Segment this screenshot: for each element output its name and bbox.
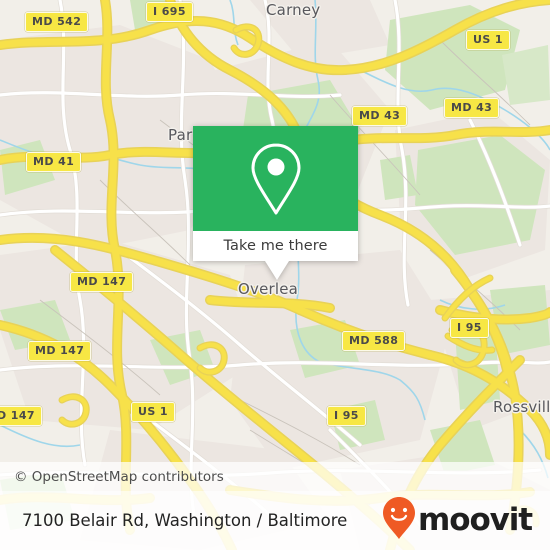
location-popup[interactable]: Take me there [193, 126, 358, 280]
osm-attribution-text[interactable]: © OpenStreetMap contributors [0, 469, 224, 485]
moovit-logo[interactable]: moovit [382, 496, 550, 545]
take-me-there-label: Take me there [223, 238, 328, 254]
map-pin-icon [245, 139, 307, 219]
route-shield-us-1-sw[interactable]: US 1 [131, 402, 175, 422]
popup-image-panel [193, 126, 358, 231]
route-shield-i-695[interactable]: I 695 [146, 2, 193, 22]
route-shield-i-95-s[interactable]: I 95 [327, 406, 366, 426]
attribution-bar: © OpenStreetMap contributors [0, 462, 550, 491]
moovit-pin-icon [382, 496, 416, 545]
route-shield-md-588[interactable]: MD 588 [342, 331, 406, 351]
route-shield-md-147-w[interactable]: D 147 [0, 406, 42, 426]
address-label: 7100 Belair Rd, Washington / Baltimore [22, 511, 348, 530]
popup-pointer-tail [265, 261, 289, 280]
map-screenshot: .land{fill:#f2efe9} .resi{fill:#ece6e1} … [0, 0, 550, 550]
take-me-there-button[interactable]: Take me there [193, 231, 358, 261]
route-shield-md-147-n[interactable]: MD 147 [70, 272, 134, 292]
route-shield-md-43-w[interactable]: MD 43 [352, 106, 408, 126]
route-shield-md-542[interactable]: MD 542 [25, 12, 89, 32]
route-shield-i-95-ne[interactable]: I 95 [450, 318, 489, 338]
moovit-wordmark: moovit [418, 502, 533, 538]
route-shield-md-41[interactable]: MD 41 [26, 152, 82, 172]
route-shield-md-147-s[interactable]: MD 147 [28, 341, 92, 361]
route-shield-md-43-e[interactable]: MD 43 [444, 98, 500, 118]
footer-bar: 7100 Belair Rd, Washington / Baltimore m… [0, 491, 550, 550]
route-shield-us-1-ne[interactable]: US 1 [466, 30, 510, 50]
